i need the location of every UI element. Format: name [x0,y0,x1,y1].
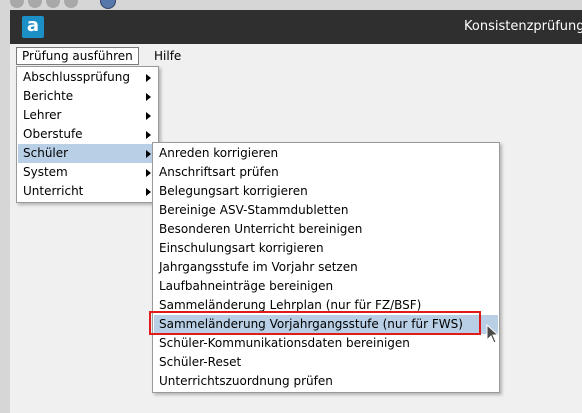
menu-item-label: Oberstufe [23,127,83,141]
menu-item-schueler[interactable]: Schüler [18,144,157,163]
schueler-submenu: Anreden korrigieren Anschriftsart prüfen… [152,142,500,393]
submenu-arrow-icon [146,131,151,139]
menu-item-label: Schüler [23,146,69,160]
menu-item-label: System [23,165,68,179]
submenu-item-anschriftsart-pruefen[interactable]: Anschriftsart prüfen [154,163,498,182]
menu-item-label: Unterricht [23,184,84,198]
toolbar-icon[interactable] [64,0,78,8]
menu-item-system[interactable]: System [18,163,157,182]
submenu-item-schueler-reset[interactable]: Schüler-Reset [154,353,498,372]
mouse-cursor-icon [486,324,500,344]
submenu-arrow-icon [146,150,151,158]
submenu-arrow-icon [146,188,151,196]
submenu-item-laufbahneintraege[interactable]: Laufbahneinträge bereinigen [154,277,498,296]
toolbar-icon[interactable] [46,0,60,8]
submenu-arrow-icon [146,169,151,177]
top-toolbar-strip [0,0,582,10]
menu-pruefung-ausfuehren[interactable]: Prüfung ausführen [16,47,139,65]
title-bar: a Konsistenzprüfung [10,10,582,44]
submenu-item-sammelaenderung-lehrplan[interactable]: Sammeländerung Lehrplan (nur für FZ/BSF) [154,296,498,315]
menu-item-unterricht[interactable]: Unterricht [18,182,157,201]
menu-item-berichte[interactable]: Berichte [18,87,157,106]
submenu-arrow-icon [146,74,151,82]
menu-item-lehrer[interactable]: Lehrer [18,106,157,125]
toolbar-icon[interactable] [10,0,24,8]
submenu-item-belegungsart-korrigieren[interactable]: Belegungsart korrigieren [154,182,498,201]
submenu-arrow-icon [146,112,151,120]
submenu-item-jahrgangsstufe-vorjahr[interactable]: Jahrgangsstufe im Vorjahr setzen [154,258,498,277]
menu-item-label: Lehrer [23,108,62,122]
menu-hilfe[interactable]: Hilfe [149,47,186,65]
menu-item-oberstufe[interactable]: Oberstufe [18,125,157,144]
submenu-item-sammelaenderung-vorjahrgangsstufe[interactable]: Sammeländerung Vorjahrgangsstufe (nur fü… [154,315,498,334]
menu-item-abschlusspruefung[interactable]: Abschlussprüfung [18,68,157,87]
submenu-item-unterrichtszuordnung[interactable]: Unterrichtszuordnung prüfen [154,372,498,391]
submenu-arrow-icon [146,93,151,101]
window-title: Konsistenzprüfung [464,19,582,34]
help-icon[interactable] [100,0,116,9]
submenu-item-besonderen-unterricht[interactable]: Besonderen Unterricht bereinigen [154,220,498,239]
window-edge [0,10,10,413]
submenu-item-asv-stammdubletten[interactable]: Bereinige ASV-Stammdubletten [154,201,498,220]
toolbar-icon[interactable] [28,0,42,8]
pruefung-dropdown: Abschlussprüfung Berichte Lehrer Oberstu… [16,66,159,203]
submenu-item-kommunikationsdaten[interactable]: Schüler-Kommunikationsdaten bereinigen [154,334,498,353]
menu-item-label: Berichte [23,89,74,103]
submenu-item-einschulungsart[interactable]: Einschulungsart korrigieren [154,239,498,258]
menu-bar: Prüfung ausführen Hilfe [10,44,582,66]
app-logo-icon: a [22,16,44,38]
submenu-item-anreden-korrigieren[interactable]: Anreden korrigieren [154,144,498,163]
menu-item-label: Abschlussprüfung [23,70,130,84]
